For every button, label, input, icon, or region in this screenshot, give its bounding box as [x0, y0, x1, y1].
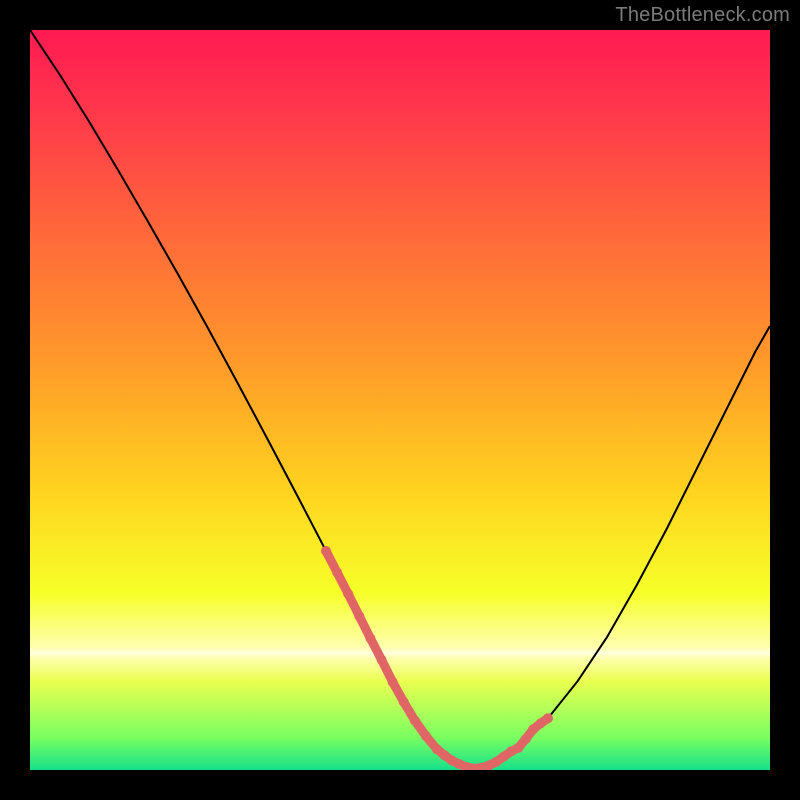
- highlight-marker: [410, 715, 420, 725]
- plot-area: [30, 30, 770, 770]
- chart-svg: [30, 30, 770, 770]
- chart-frame: TheBottleneck.com: [0, 0, 800, 800]
- highlight-marker: [521, 734, 531, 744]
- gradient-background: [30, 30, 770, 770]
- highlight-marker: [365, 633, 375, 643]
- watermark-text: TheBottleneck.com: [615, 4, 790, 27]
- highlight-marker: [332, 567, 342, 577]
- highlight-marker: [321, 546, 331, 556]
- highlight-marker: [343, 589, 353, 599]
- highlight-marker: [421, 731, 431, 741]
- highlight-marker: [543, 713, 553, 723]
- highlight-marker: [388, 677, 398, 687]
- highlight-marker: [399, 697, 409, 707]
- highlight-marker: [354, 611, 364, 621]
- highlight-marker: [377, 655, 387, 665]
- highlight-marker: [513, 743, 523, 753]
